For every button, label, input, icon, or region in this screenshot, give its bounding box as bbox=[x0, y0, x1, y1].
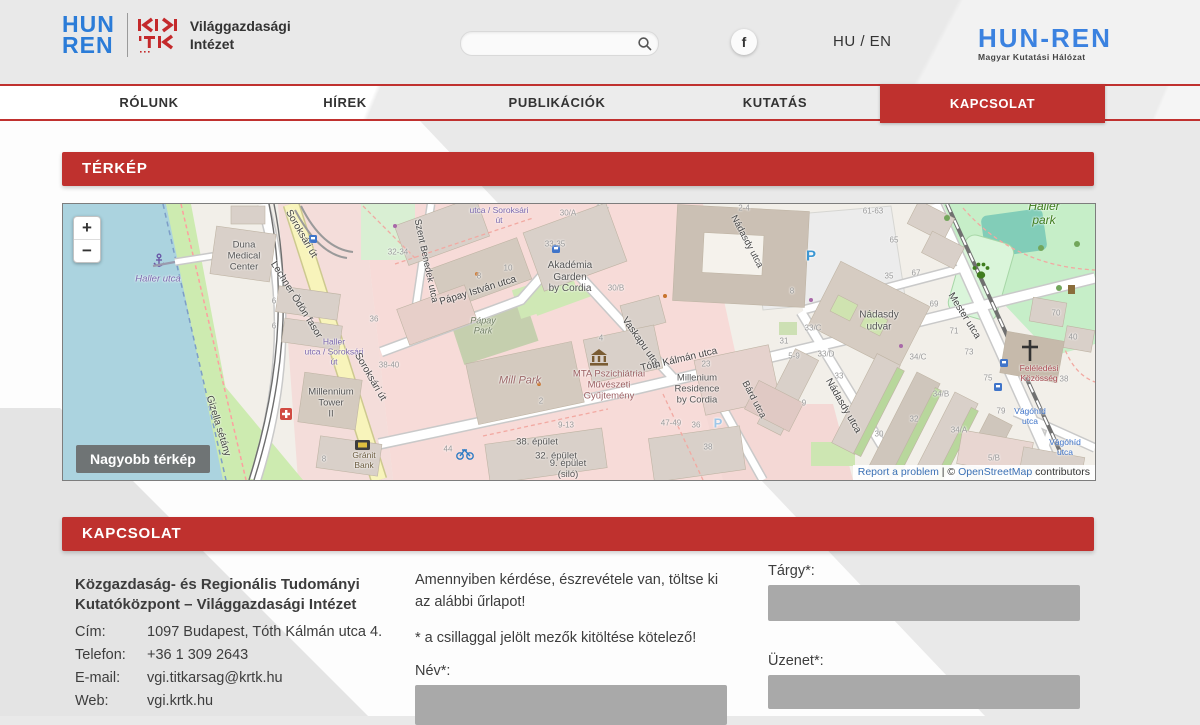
message-label: Üzenet*: bbox=[768, 653, 1080, 669]
web-label: Web: bbox=[75, 690, 147, 713]
hunren-network-subtitle: Magyar Kutatási Hálózat bbox=[978, 52, 1112, 62]
web-value[interactable]: vgi.krtk.hu bbox=[147, 690, 213, 713]
nav-item-rolunk[interactable]: RÓLUNK bbox=[119, 86, 178, 120]
map-canvas[interactable]: Haller utcaDuna Medical CenterSoroksári … bbox=[62, 203, 1096, 481]
facebook-icon: f bbox=[742, 34, 747, 50]
krtk-logo-icon bbox=[138, 17, 180, 54]
language-switcher[interactable]: HU / EN bbox=[833, 33, 892, 50]
logo-divider bbox=[127, 13, 128, 57]
search-input[interactable] bbox=[461, 32, 632, 55]
phone-value: +36 1 309 2643 bbox=[147, 644, 248, 667]
hospital-icon bbox=[280, 408, 292, 420]
map-base bbox=[63, 204, 1095, 480]
attribution-contributors: contributors bbox=[1032, 466, 1090, 478]
form-required-note: * a csillaggal jelölt mezők kitöltése kö… bbox=[415, 628, 727, 650]
openstreetmap-link[interactable]: OpenStreetMap bbox=[958, 466, 1032, 478]
name-label: Név*: bbox=[415, 663, 727, 679]
facebook-button[interactable]: f bbox=[731, 29, 757, 55]
contact-row-web: Web: vgi.krtk.hu bbox=[75, 690, 382, 713]
message-field[interactable] bbox=[768, 675, 1080, 709]
map-section-title: TÉRKÉP bbox=[62, 152, 1094, 186]
hunren-left-logo: HUN REN bbox=[62, 14, 115, 57]
search-icon[interactable] bbox=[632, 36, 658, 52]
header: HUN REN Vi bbox=[0, 0, 1200, 84]
contact-form-fields-column: Tárgy*: Üzenet*: bbox=[768, 563, 1080, 709]
report-problem-link[interactable]: Report a problem bbox=[858, 466, 939, 478]
attribution-separator: | © bbox=[939, 466, 958, 478]
subject-field[interactable] bbox=[768, 585, 1080, 621]
nav-item-kapcsolat-active[interactable]: KAPCSOLAT bbox=[880, 84, 1105, 123]
bank-icon bbox=[355, 440, 370, 450]
subject-label: Tárgy*: bbox=[768, 563, 1080, 579]
zoom-in-button[interactable]: + bbox=[74, 217, 100, 239]
nav-item-hirek[interactable]: HÍREK bbox=[323, 86, 366, 120]
larger-map-button[interactable]: Nagyobb térkép bbox=[76, 445, 210, 473]
nav-item-kutatas[interactable]: KUTATÁS bbox=[743, 86, 807, 120]
trash-icon bbox=[1068, 285, 1075, 294]
address-value: 1097 Budapest, Tóth Kálmán utca 4. bbox=[147, 621, 382, 644]
address-label: Cím: bbox=[75, 621, 147, 644]
zoom-out-button[interactable]: − bbox=[74, 239, 100, 262]
map-attribution: Report a problem | © OpenStreetMap contr… bbox=[853, 465, 1095, 480]
contact-row-address: Cím: 1097 Budapest, Tóth Kálmán utca 4. bbox=[75, 621, 382, 644]
phone-label: Telefon: bbox=[75, 644, 147, 667]
contact-row-phone: Telefon: +36 1 309 2643 bbox=[75, 644, 382, 667]
map-zoom-control: + − bbox=[73, 216, 101, 263]
contact-form-intro-column: Amennyiben kérdése, észrevétele van, töl… bbox=[415, 570, 727, 725]
name-field[interactable] bbox=[415, 685, 727, 725]
organization-name: Közgazdaság- és Regionális Tudományi Kut… bbox=[75, 575, 405, 616]
form-intro: Amennyiben kérdése, észrevétele van, töl… bbox=[415, 570, 727, 614]
hunren-network-logo[interactable]: HUN-REN Magyar Kutatási Hálózat bbox=[978, 25, 1112, 62]
email-label: E-mail: bbox=[75, 667, 147, 690]
site-logo[interactable]: HUN REN Vi bbox=[62, 13, 291, 57]
contact-row-email: E-mail: vgi.titkarsag@krtk.hu bbox=[75, 667, 382, 690]
contact-details: Cím: 1097 Budapest, Tóth Kálmán utca 4. … bbox=[75, 621, 382, 713]
contact-section-title: KAPCSOLAT bbox=[62, 517, 1094, 551]
nav-item-publikaciok[interactable]: PUBLIKÁCIÓK bbox=[509, 86, 606, 120]
search-bar bbox=[460, 31, 659, 56]
institute-name: Világgazdasági Intézet bbox=[190, 17, 291, 53]
email-value[interactable]: vgi.titkarsag@krtk.hu bbox=[147, 667, 283, 690]
hunren-network-title: HUN-REN bbox=[978, 25, 1112, 51]
